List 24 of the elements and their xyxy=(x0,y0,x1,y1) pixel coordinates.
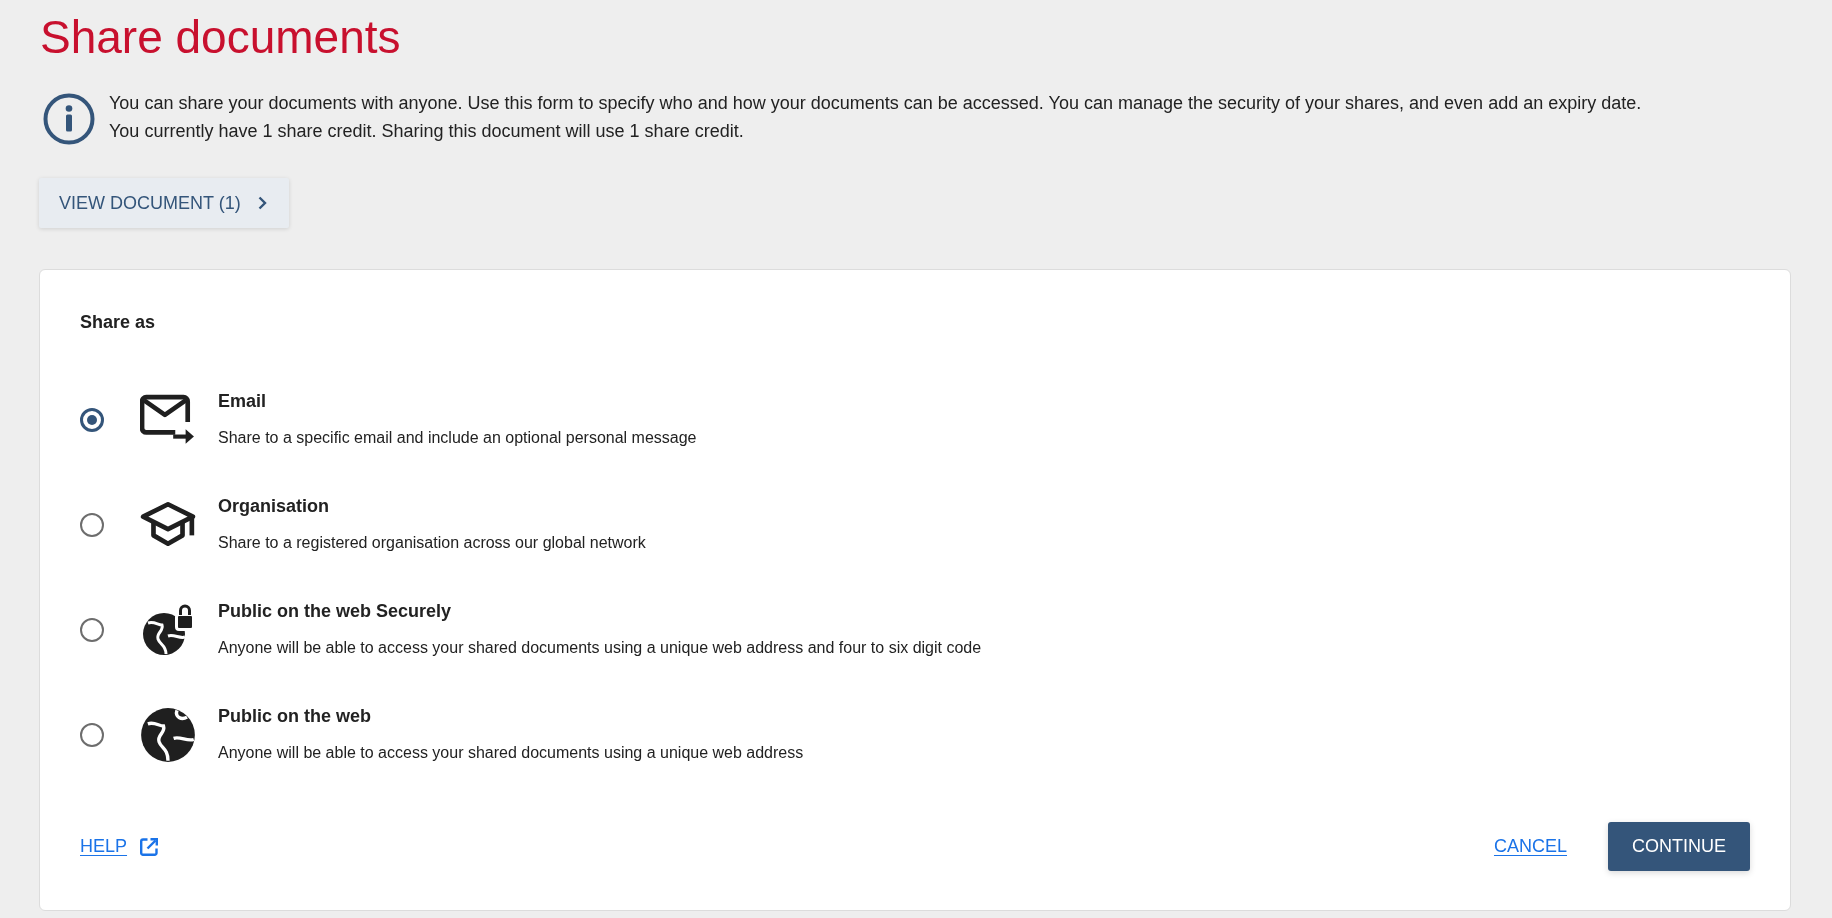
section-heading: Share as xyxy=(80,311,156,334)
info-icon xyxy=(43,93,95,145)
radio-button[interactable] xyxy=(80,722,104,747)
option-title: Public on the web Securely xyxy=(218,600,452,623)
external-link-icon xyxy=(139,836,160,857)
info-text: You can share your documents with anyone. Use this form to specify who and how your documents can be accessed. You can manage the security of your shares, and even add an expiry date. xyxy=(109,92,1642,115)
radio-button[interactable] xyxy=(80,407,104,432)
option-description: Anyone will be able to access your shared documents using a unique web address and four to six digit code xyxy=(218,638,982,658)
cancel-link[interactable]: CANCEL xyxy=(1493,836,1567,857)
help-link[interactable]: HELP xyxy=(80,836,160,857)
continue-button[interactable]: CONTINUE xyxy=(1608,822,1750,871)
option-title: Public on the web xyxy=(218,705,371,728)
option-title: Organisation xyxy=(218,495,329,518)
info-text: You currently have 1 share credit. Sharing this document will use 1 share credit. xyxy=(109,120,744,143)
option-description: Share to a specific email and include an optional personal message xyxy=(218,428,697,448)
option-description: Anyone will be able to access your shared documents using a unique web address xyxy=(218,743,804,763)
radio-button[interactable] xyxy=(80,512,104,537)
page-title: Share documents xyxy=(39,10,401,65)
chevron-right-icon xyxy=(257,196,267,210)
option-description: Share to a registered organisation across our global network xyxy=(218,533,646,553)
globe-icon xyxy=(140,706,196,763)
view-document-button[interactable]: VIEW DOCUMENT (1) xyxy=(39,178,289,228)
radio-button[interactable] xyxy=(80,617,104,642)
option-title: Email xyxy=(218,390,267,413)
